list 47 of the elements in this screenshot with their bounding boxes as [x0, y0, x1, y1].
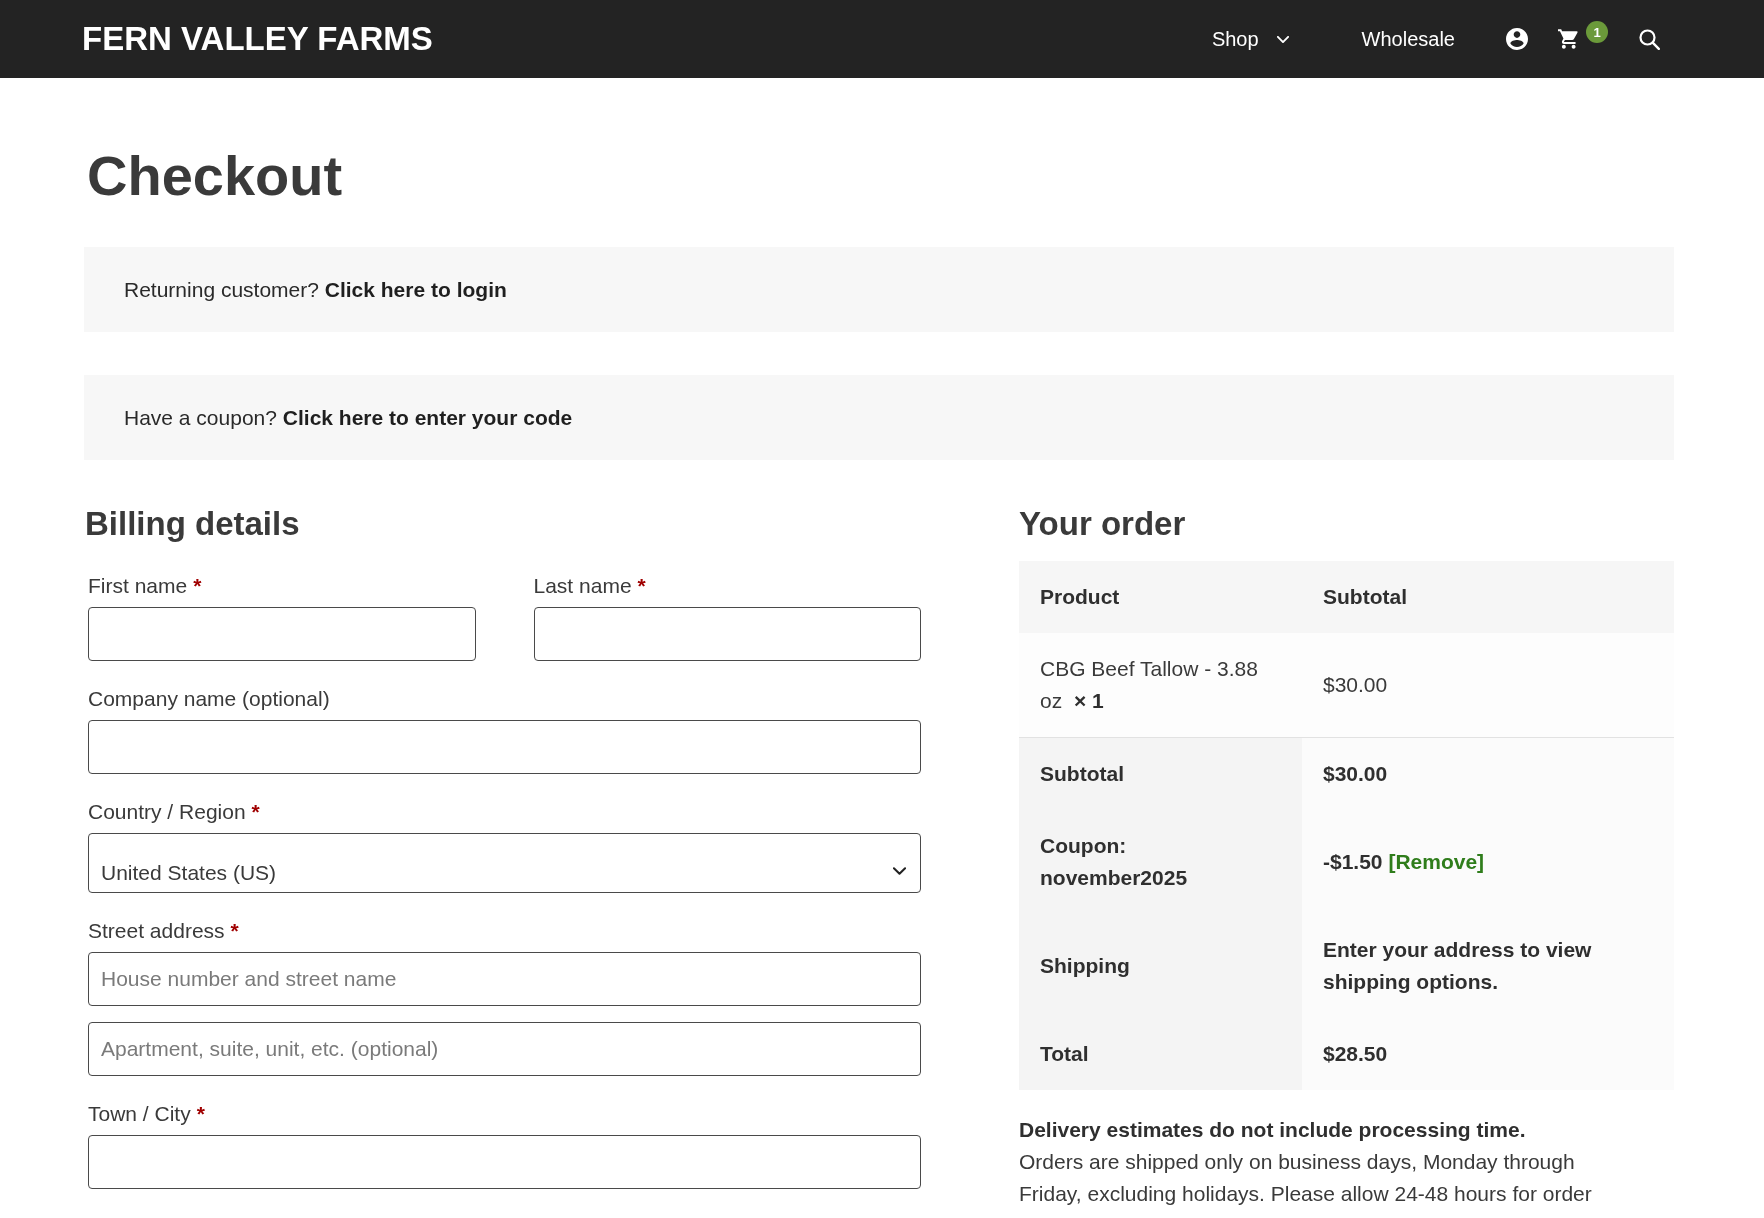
notice-text: Have a coupon? Click here to enter your code	[124, 404, 573, 431]
column-header: Subtotal	[1302, 561, 1674, 633]
cart-count-badge: 1	[1586, 21, 1608, 43]
table-cell: $28.50	[1302, 1018, 1674, 1090]
field-label: Last name	[533, 573, 632, 599]
required-asterisk: *	[193, 573, 202, 599]
table-cell: $30.00	[1302, 738, 1674, 810]
required-asterisk: *	[251, 799, 260, 825]
table-cell: -$1.50 [Remove]	[1302, 810, 1674, 914]
field-label: Street address	[88, 918, 225, 944]
field-label: Company name (optional)	[88, 686, 330, 712]
cart-icon[interactable]	[1558, 29, 1578, 49]
required-asterisk: *	[230, 918, 239, 944]
text-input[interactable]: Apartment, suite, unit, etc. (optional)	[88, 1022, 921, 1076]
table-cell: Coupon: november2025	[1019, 810, 1302, 914]
field-label: Town / City	[88, 1101, 191, 1127]
text-input[interactable]	[88, 1135, 921, 1189]
required-asterisk: *	[196, 1101, 205, 1127]
table-cell: Shipping	[1019, 914, 1302, 1018]
search-icon[interactable]	[1639, 28, 1660, 50]
text-input[interactable]	[88, 720, 921, 774]
remove-coupon-link[interactable]: [Remove]	[1388, 850, 1485, 873]
nav-link[interactable]: Wholesale	[1361, 24, 1455, 54]
notice-text: Returning customer? Click here to login	[124, 276, 507, 303]
required-asterisk: *	[637, 573, 646, 599]
delivery-note-title: Delivery estimates do not include processing time.	[1019, 1117, 1527, 1143]
field-label: Country / Region	[88, 799, 246, 825]
country-select[interactable]: United States (US)	[88, 833, 921, 893]
text-input[interactable]	[533, 607, 921, 661]
nav-menu-link[interactable]: Shop	[1211, 24, 1289, 54]
table-cell: Enter your address to view shipping options.	[1302, 914, 1674, 1018]
notice-link[interactable]: Click here to login	[324, 277, 507, 301]
text-input[interactable]	[88, 607, 476, 661]
chevron-down-icon	[893, 867, 906, 875]
field-label: First name	[88, 573, 188, 599]
page-title: Checkout	[87, 143, 344, 209]
section-heading: Your order	[1019, 504, 1187, 544]
table-cell: Total	[1019, 1018, 1302, 1090]
delivery-note-text: Orders are shipped only on business days, Monday through Friday, excluding holidays. Please allow 24-48 hours for order	[1019, 1149, 1593, 1207]
notice-link[interactable]: Click here to enter your code	[282, 405, 573, 429]
chevron-down-icon	[1276, 35, 1289, 43]
user-icon[interactable]	[1506, 28, 1528, 50]
column-header: Product	[1019, 561, 1302, 633]
text-input[interactable]: House number and street name	[88, 952, 921, 1006]
table-cell: Subtotal	[1019, 738, 1302, 810]
site-logo[interactable]: FERN VALLEY FARMS	[82, 19, 433, 59]
section-heading: Billing details	[85, 504, 301, 544]
